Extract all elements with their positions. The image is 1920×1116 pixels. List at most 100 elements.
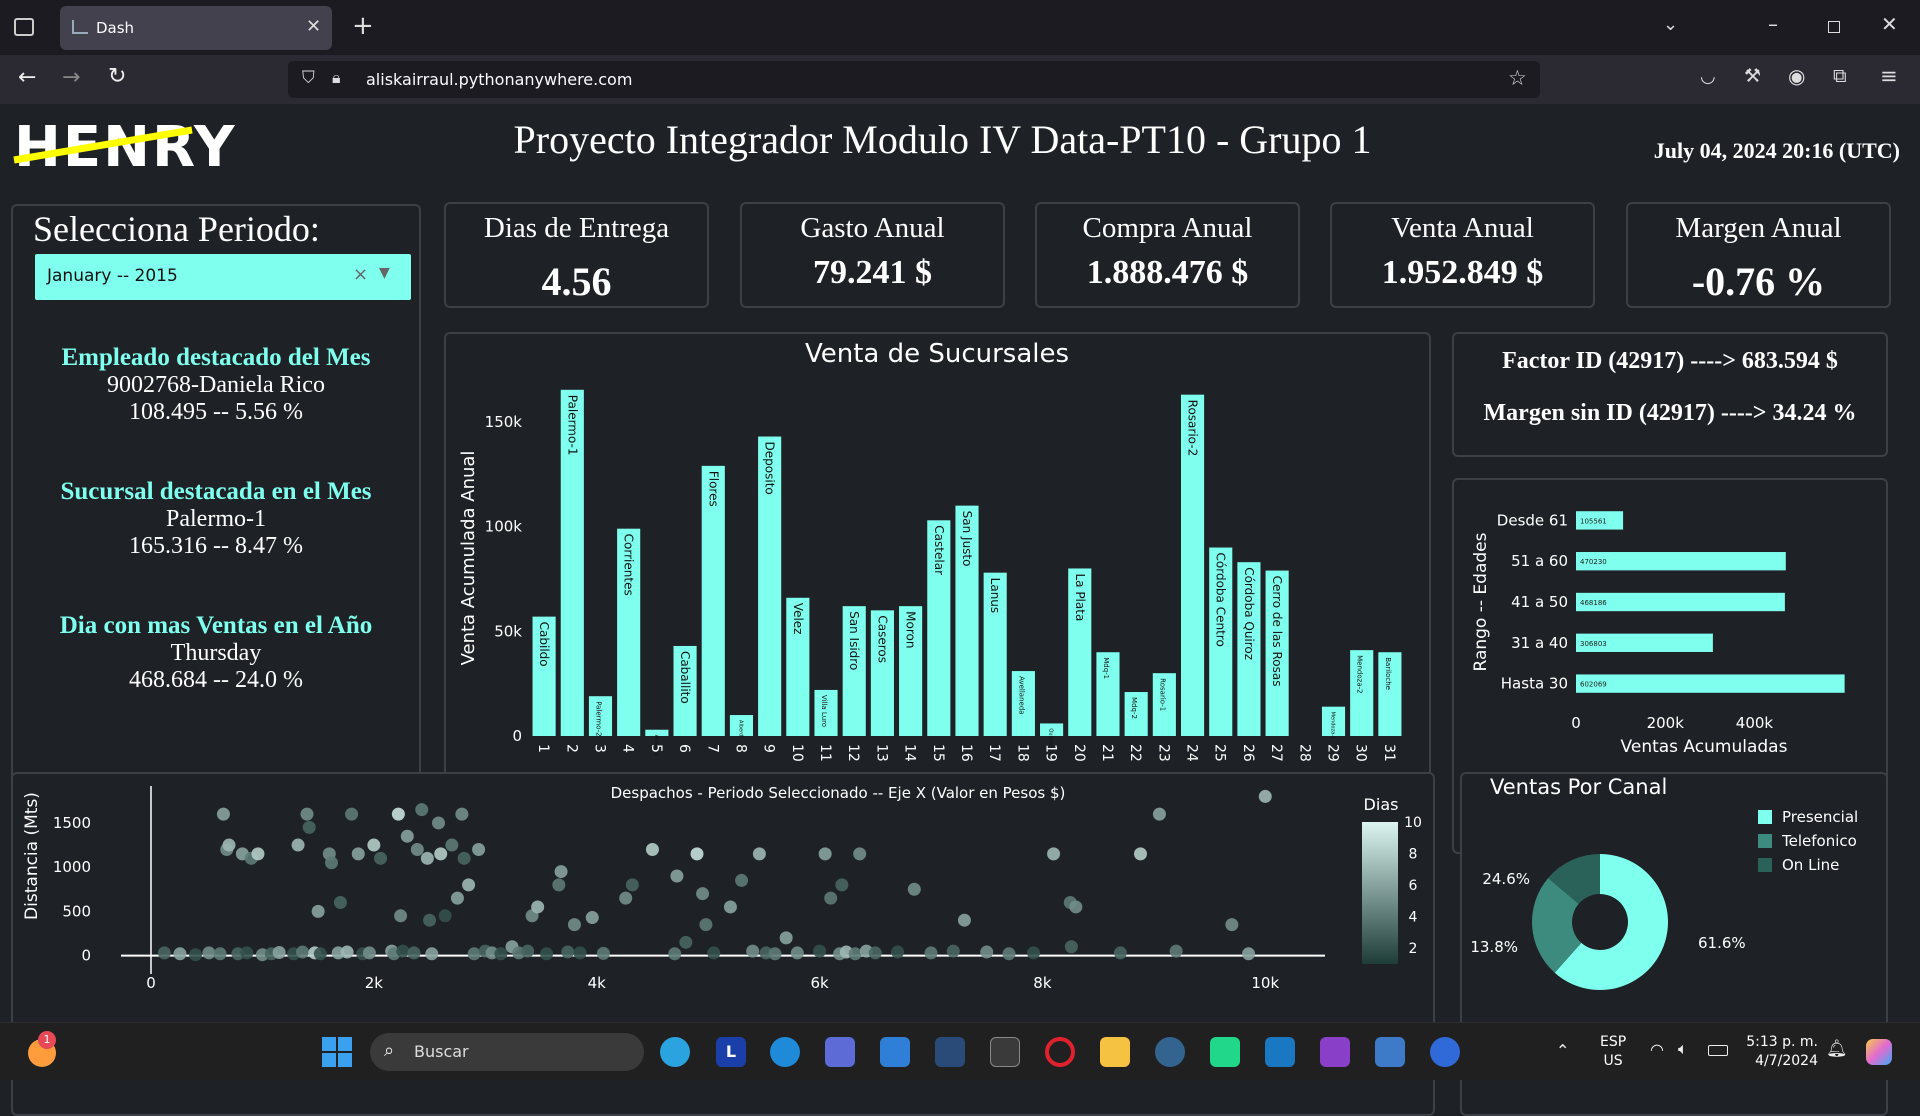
- scatter-point[interactable]: [891, 945, 905, 959]
- scatter-point[interactable]: [311, 904, 325, 918]
- scatter-point[interactable]: [407, 946, 421, 960]
- scatter-point[interactable]: [394, 909, 408, 923]
- scatter-point[interactable]: [735, 873, 749, 887]
- scatter-point[interactable]: [410, 842, 424, 856]
- age-range-bar[interactable]: [1576, 674, 1845, 693]
- volume-icon[interactable]: 🔈︎: [1678, 1039, 1688, 1059]
- scatter-point[interactable]: [431, 816, 445, 830]
- scatter-point[interactable]: [425, 947, 439, 961]
- url-bar[interactable]: ⛉ 🔒︎ aliskairraul.pythonanywhere.com ☆: [288, 61, 1540, 98]
- scatter-point[interactable]: [531, 900, 545, 914]
- scatter-point[interactable]: [585, 911, 599, 925]
- scatter-point[interactable]: [213, 947, 227, 961]
- extensions-icon[interactable]: ⧉: [1833, 65, 1847, 87]
- scatter-point[interactable]: [567, 918, 581, 932]
- vscode-icon[interactable]: [1265, 1037, 1295, 1067]
- scatter-point[interactable]: [668, 947, 682, 961]
- url-text[interactable]: aliskairraul.pythonanywhere.com: [366, 70, 632, 89]
- scatter-point[interactable]: [699, 918, 713, 932]
- network-app-icon[interactable]: [935, 1037, 965, 1067]
- scatter-point[interactable]: [367, 838, 381, 852]
- scatter-point[interactable]: [625, 878, 639, 892]
- scatter-point[interactable]: [946, 944, 960, 958]
- scatter-point[interactable]: [222, 838, 236, 852]
- scatter-point[interactable]: [835, 878, 849, 892]
- age-range-bar[interactable]: [1576, 592, 1785, 612]
- scatter-point[interactable]: [455, 807, 469, 821]
- scatter-point[interactable]: [1113, 946, 1127, 960]
- opera-icon[interactable]: [1045, 1037, 1075, 1067]
- scatter-point[interactable]: [723, 900, 737, 914]
- scatter-point[interactable]: [1242, 947, 1256, 961]
- tab-list-icon[interactable]: [14, 18, 34, 36]
- scatter-point[interactable]: [462, 878, 476, 892]
- notepad-icon[interactable]: [1375, 1037, 1405, 1067]
- scatter-point[interactable]: [362, 946, 376, 960]
- scatter-point[interactable]: [696, 887, 710, 901]
- legend-label[interactable]: On Line: [1782, 856, 1839, 874]
- menu-hamburger-icon[interactable]: ≡: [1880, 64, 1898, 88]
- scatter-point[interactable]: [189, 948, 203, 962]
- scatter-point[interactable]: [325, 856, 339, 870]
- scatter-point[interactable]: [450, 891, 464, 905]
- scatter-point[interactable]: [1027, 946, 1041, 960]
- scatter-point[interactable]: [521, 944, 535, 958]
- copilot-icon[interactable]: [1866, 1039, 1892, 1065]
- period-dropdown[interactable]: January -- 2015 × ▼: [35, 254, 411, 300]
- scatter-point[interactable]: [216, 807, 230, 821]
- scatter-point[interactable]: [690, 847, 704, 861]
- scatter-point[interactable]: [300, 807, 314, 821]
- edge-icon[interactable]: [770, 1037, 800, 1067]
- scatter-point[interactable]: [853, 847, 867, 861]
- clear-selection-icon[interactable]: ×: [353, 264, 368, 285]
- scatter-point[interactable]: [957, 913, 971, 927]
- scatter-point[interactable]: [1152, 807, 1166, 821]
- scatter-point[interactable]: [619, 891, 633, 905]
- scatter-point[interactable]: [540, 947, 554, 961]
- forward-icon[interactable]: →: [62, 65, 80, 90]
- scatter-point[interactable]: [746, 944, 760, 958]
- lock-icon[interactable]: 🔒︎: [332, 68, 341, 88]
- start-icon[interactable]: [322, 1037, 352, 1067]
- scatter-point[interactable]: [351, 847, 365, 861]
- dropdown-arrow-icon[interactable]: ▼: [379, 265, 390, 281]
- bookmark-star-icon[interactable]: ☆: [1508, 66, 1527, 90]
- minimize-icon[interactable]: –: [1768, 12, 1778, 36]
- scatter-point[interactable]: [554, 865, 568, 879]
- scatter-point[interactable]: [345, 807, 359, 821]
- scatter-point[interactable]: [1069, 900, 1083, 914]
- scatter-point[interactable]: [396, 944, 410, 958]
- legend-swatch[interactable]: [1758, 810, 1772, 824]
- scatter-point[interactable]: [494, 947, 508, 961]
- scatter-point[interactable]: [824, 891, 838, 905]
- tray-chevron-icon[interactable]: ⌃: [1556, 1041, 1569, 1060]
- scatter-point[interactable]: [818, 847, 832, 861]
- scatter-point[interactable]: [1002, 947, 1016, 961]
- scatter-point[interactable]: [907, 882, 921, 896]
- scatter-point[interactable]: [552, 878, 566, 892]
- postgres-icon[interactable]: [1155, 1037, 1185, 1067]
- age-range-bar[interactable]: [1576, 552, 1786, 571]
- scatter-point[interactable]: [420, 851, 434, 865]
- scatter-point[interactable]: [924, 946, 938, 960]
- scatter-point[interactable]: [438, 909, 452, 923]
- scatter-point[interactable]: [813, 944, 827, 958]
- scatter-point[interactable]: [848, 947, 862, 961]
- scatter-point[interactable]: [1064, 940, 1078, 954]
- taskbar-search-box[interactable]: ⌕ Buscar: [370, 1033, 644, 1071]
- scatter-point[interactable]: [707, 946, 721, 960]
- scatter-point[interactable]: [391, 807, 405, 821]
- tab-overflow-chevron-icon[interactable]: ⌄: [1663, 14, 1678, 35]
- scatter-point[interactable]: [302, 820, 316, 834]
- new-tab-icon[interactable]: +: [352, 11, 374, 41]
- scatter-point[interactable]: [1225, 918, 1239, 932]
- browser-tab[interactable]: Dash ✕: [60, 6, 332, 50]
- shield-icon[interactable]: ⛉: [302, 68, 315, 88]
- notifications-bell-icon[interactable]: 🔔︎: [1826, 1039, 1848, 1059]
- scatter-point[interactable]: [400, 829, 414, 843]
- legend-swatch[interactable]: [1758, 834, 1772, 848]
- scatter-point[interactable]: [1047, 847, 1061, 861]
- scatter-point[interactable]: [333, 896, 347, 910]
- clock[interactable]: 5:13 p. m. 4/7/2024: [1738, 1033, 1818, 1071]
- legend-swatch[interactable]: [1758, 858, 1772, 872]
